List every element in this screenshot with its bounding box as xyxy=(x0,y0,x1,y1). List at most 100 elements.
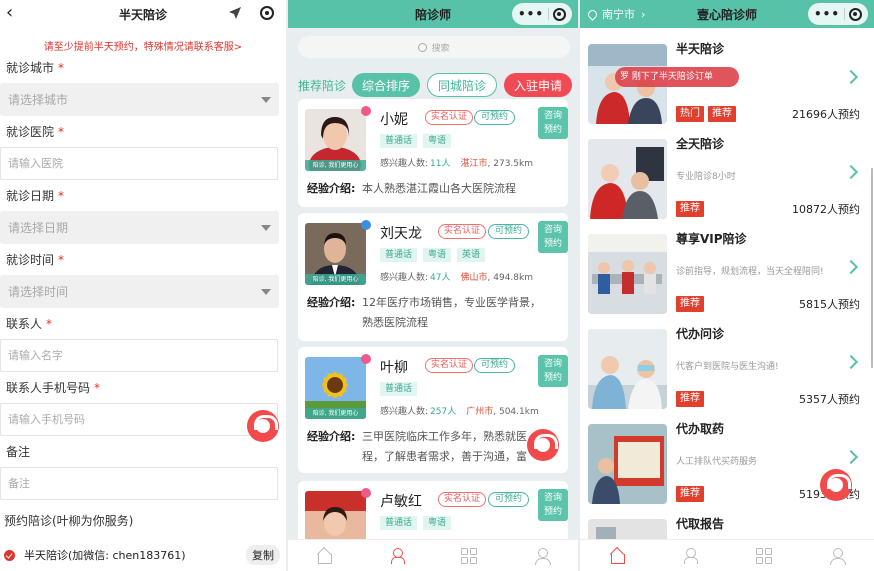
booking-count: 21696人预约 xyxy=(792,108,860,121)
interest-info: 感兴趣人数: 47人 佛山市, 494.8km xyxy=(380,273,533,283)
caret-down-icon xyxy=(261,96,271,103)
field-label-phone: 联系人手机号码 * xyxy=(6,381,101,395)
chevron-right-icon[interactable] xyxy=(843,259,859,275)
date-select[interactable]: 请选择日期 xyxy=(0,211,279,244)
field-label-remark: 备注 xyxy=(6,445,31,459)
search-icon xyxy=(418,42,428,52)
copy-button[interactable]: 复制 xyxy=(246,545,280,565)
escort-card[interactable]: 陪诊, 我们更用心 刘天龙 实名认证 可预约 咨询 预约 普通话 粤语 英语 感兴… xyxy=(298,213,568,341)
service-title: 半天陪诊 xyxy=(676,42,725,56)
escort-card[interactable]: 陪诊, 我们更用心 小妮 实名认证 可预约 咨询 预约 普通话 粤语 感兴趣人数:… xyxy=(298,99,568,207)
contact-name-input[interactable] xyxy=(8,349,270,362)
service-item[interactable]: 代办问诊 代客户到医院与医生沟通! 推荐 5357人预约 xyxy=(580,321,874,416)
bottom-tab-bar xyxy=(580,539,874,571)
chevron-right-icon[interactable] xyxy=(843,69,859,85)
escort-photo: 陪诊, 我们更用心 xyxy=(305,109,366,171)
service-item[interactable]: 代取报告 xyxy=(580,511,874,541)
city-select[interactable]: 请选择城市 xyxy=(0,83,279,116)
chevron-right-icon[interactable] xyxy=(843,449,859,465)
service-tags: 推荐 xyxy=(676,391,708,407)
service-desc: 诊前指导，规划流程，当天全程陪同! xyxy=(676,267,824,277)
tab-overall-sort[interactable]: 综合排序 xyxy=(352,73,421,97)
service-thumbnail xyxy=(588,139,667,219)
booking-count: 10872人预约 xyxy=(792,203,860,216)
tab-same-city[interactable]: 同城陪诊 xyxy=(427,73,498,97)
order-toast: 罗 刚下了半天陪诊订单 xyxy=(615,67,739,87)
verified-badge: 实名认证 xyxy=(425,358,474,373)
scrollbar[interactable] xyxy=(871,168,873,368)
remark-input[interactable] xyxy=(8,477,270,490)
more-icon[interactable]: ••• xyxy=(814,7,840,21)
customer-service-icon[interactable] xyxy=(527,429,559,461)
caret-down-icon xyxy=(261,288,271,295)
notice-link[interactable]: 请至少提前半天预约，特殊情况请联系客服> xyxy=(0,38,286,53)
record-icon[interactable] xyxy=(260,6,274,20)
available-badge: 可预约 xyxy=(488,224,530,239)
home-icon[interactable] xyxy=(316,548,333,564)
hospital-input-box xyxy=(0,147,278,180)
field-label-contact: 联系人 * xyxy=(6,317,53,331)
time-select[interactable]: 请选择时间 xyxy=(0,275,279,308)
close-circle-icon[interactable] xyxy=(848,7,862,21)
service-list-screen: 南宁市 › 壹心陪诊师 ••• 半天陪诊 热门 推荐 21696人预约 全天陪诊… xyxy=(580,0,874,571)
consult-book-button[interactable]: 咨询 预约 xyxy=(538,221,568,253)
remark-input-box xyxy=(0,467,278,500)
experience-intro: 经验介绍: 三甲医院临床工作多年，熟悉就医 程，了解患者需求，善于沟通，富 xyxy=(307,430,527,463)
bottom-tab-bar xyxy=(288,539,578,571)
booking-form: 就诊城市* 请选择城市 就诊医院* 就诊日期* 请选择日期 就诊时间* 请选择时… xyxy=(0,60,286,529)
consult-book-button[interactable]: 咨询 预约 xyxy=(538,107,568,139)
gender-female-icon xyxy=(361,354,371,364)
available-badge: 可预约 xyxy=(474,358,516,373)
city-selector[interactable]: 南宁市 › xyxy=(586,6,645,22)
join-apply-button[interactable]: 入驻申请 xyxy=(504,73,573,97)
back-icon[interactable]: ‹ xyxy=(6,3,13,23)
profile-icon[interactable] xyxy=(534,547,551,565)
escort-list-screen: 陪诊师 ••• 搜索 推荐陪诊 综合排序 同城陪诊 入驻申请 陪诊, 我们更用心… xyxy=(288,0,578,571)
service-title: 代取报告 xyxy=(676,517,725,531)
mini-program-capsule: ••• xyxy=(808,3,868,25)
chevron-right-icon[interactable] xyxy=(843,164,859,180)
available-badge: 可预约 xyxy=(474,110,516,125)
phone-input[interactable] xyxy=(8,413,270,426)
interest-info: 感兴趣人数: 257人 广州市, 504.1km xyxy=(380,407,539,417)
language-tags: 普通话 xyxy=(380,382,423,396)
customer-service-icon[interactable] xyxy=(247,410,279,442)
category-grid-icon[interactable] xyxy=(461,547,478,564)
escort-card[interactable]: 陪诊, 我们更用心 叶柳 实名认证 可预约 咨询 预约 普通话 感兴趣人数: 257… xyxy=(298,347,568,473)
consult-book-button[interactable]: 咨询 预约 xyxy=(538,489,568,521)
profile-icon[interactable] xyxy=(829,547,847,565)
search-placeholder: 搜索 xyxy=(431,43,450,54)
nav-bar: ‹ 半天陪诊 xyxy=(0,0,286,28)
field-label-time: 就诊时间 * xyxy=(6,253,65,267)
more-icon[interactable]: ••• xyxy=(518,7,544,21)
escort-photo: 陪诊, 我们更用心 xyxy=(305,357,366,419)
mini-program-capsule: ••• xyxy=(512,3,572,25)
booking-count: 5815人预约 xyxy=(799,298,860,311)
field-label-date: 就诊日期 * xyxy=(6,189,65,203)
consult-book-button[interactable]: 咨询 预约 xyxy=(538,355,568,387)
service-item[interactable]: 全天陪诊 专业陪诊8小时 推荐 10872人预约 xyxy=(580,131,874,226)
hospital-input[interactable] xyxy=(8,157,270,170)
home-icon[interactable] xyxy=(609,548,625,564)
nav-bar: 陪诊师 ••• xyxy=(288,0,578,28)
tab-label: 推荐陪诊 xyxy=(298,78,347,93)
service-option-row[interactable]: 半天陪诊(加微信: chen183761) 复制 xyxy=(0,544,286,566)
contact-input-box xyxy=(0,339,278,372)
service-desc: 专业陪诊8小时 xyxy=(676,172,736,182)
category-grid-icon[interactable] xyxy=(755,547,772,564)
escort-photo: 陪诊, 我们更用心 xyxy=(305,223,366,285)
customer-service-icon[interactable] xyxy=(820,469,852,501)
location-pin-icon xyxy=(586,7,599,21)
service-item[interactable]: 尊享VIP陪诊 诊前指导，规划流程，当天全程陪同! 推荐 5815人预约 xyxy=(580,226,874,321)
escort-tab-icon[interactable] xyxy=(682,547,699,564)
language-tags: 普通话 粤语 xyxy=(380,516,457,530)
search-bar[interactable]: 搜索 xyxy=(298,36,570,58)
verified-badge: 实名认证 xyxy=(425,110,474,125)
close-circle-icon[interactable] xyxy=(552,7,566,21)
service-thumbnail xyxy=(588,519,667,541)
chevron-right-icon[interactable] xyxy=(843,354,859,370)
checked-radio-icon[interactable] xyxy=(4,549,15,561)
location-arrow-icon[interactable] xyxy=(228,6,242,20)
field-label-city: 就诊城市 * xyxy=(6,61,65,75)
escort-tab-icon[interactable] xyxy=(389,547,405,564)
